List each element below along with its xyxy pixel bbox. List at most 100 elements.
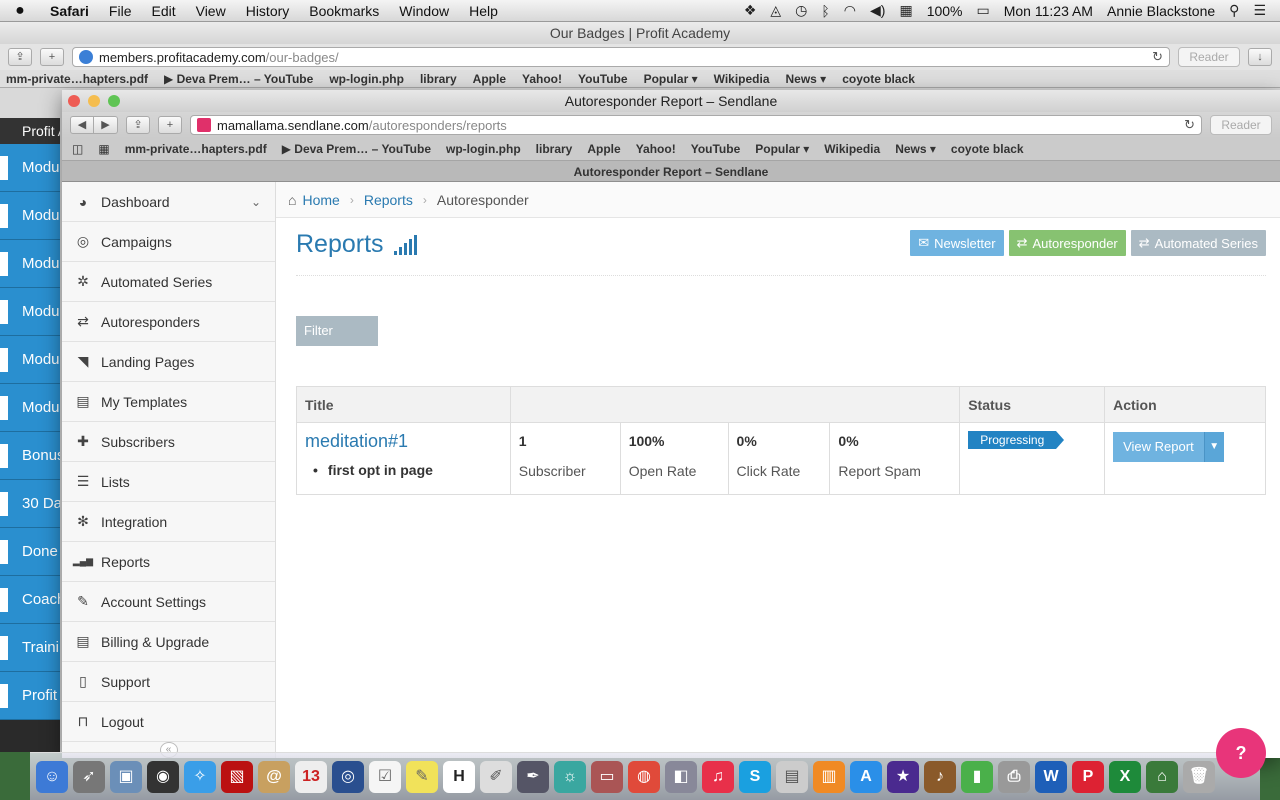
minimize-window-icon[interactable]	[88, 95, 100, 107]
dashboard-app-icon[interactable]: ◉	[147, 760, 179, 793]
sidebar-item-account-settings[interactable]: ✎ Account Settings	[62, 582, 275, 622]
numbers-icon[interactable]: ▮	[961, 760, 993, 793]
help-chat-button[interactable]: ?	[1216, 728, 1266, 778]
bluetooth-icon[interactable]: ᛒ	[821, 3, 829, 19]
bookmark-item[interactable]: coyote black	[842, 72, 915, 86]
notification-center-icon[interactable]: ☰	[1253, 2, 1266, 19]
sidebar-item-lists[interactable]: ☰ Lists	[62, 462, 275, 502]
bookmark-item[interactable]: Wikipedia	[714, 72, 770, 86]
user-name[interactable]: Annie Blackstone	[1107, 3, 1215, 19]
textedit-icon[interactable]: ✐	[480, 760, 512, 793]
bookmark-item[interactable]: Apple	[587, 142, 620, 156]
url-bar[interactable]: mamallama.sendlane.com/autoresponders/re…	[190, 115, 1202, 135]
reading-list-icon[interactable]: ◫	[72, 142, 83, 156]
garageband-icon[interactable]: ♪	[924, 760, 956, 793]
stickies-icon[interactable]: ✎	[406, 760, 438, 793]
bookmark-item[interactable]: coyote black	[951, 142, 1024, 156]
zoom-window-icon[interactable]	[108, 95, 120, 107]
breadcrumb-home-link[interactable]: Home	[302, 192, 339, 208]
bookmark-item[interactable]: ▶ Deva Prem… – YouTube	[282, 142, 431, 156]
back-url-bar[interactable]: members.profitacademy.com/our-badges/ ↻	[72, 47, 1170, 67]
bookmark-item[interactable]: Apple	[473, 72, 506, 86]
sidebar-item-my-templates[interactable]: ▤ My Templates	[62, 382, 275, 422]
sidebar-item-subscribers[interactable]: ✚ Subscribers	[62, 422, 275, 462]
flag-icon[interactable]: ▦	[899, 2, 912, 19]
itunes-icon[interactable]: ♫	[702, 760, 734, 793]
bookmark-item[interactable]: library	[536, 142, 573, 156]
time-machine-icon[interactable]: ◷	[795, 2, 807, 19]
bookmark-item[interactable]: News ▾	[786, 72, 827, 86]
sidebar-item-integration[interactable]: ✻ Integration	[62, 502, 275, 542]
bookmark-item[interactable]: YouTube	[578, 72, 628, 86]
reminders-icon[interactable]: ☑	[369, 760, 401, 793]
back-reload-icon[interactable]: ↻	[1152, 49, 1163, 65]
tab-bar[interactable]: Autoresponder Report – Sendlane	[62, 160, 1280, 182]
back-reader-button[interactable]: Reader	[1178, 47, 1240, 67]
bookmark-item[interactable]: wp-login.php	[329, 72, 404, 86]
forward-arrow-icon[interactable]: ▶	[94, 116, 118, 134]
back-sidebar-item[interactable]: 30 Day	[0, 480, 60, 528]
share-icon[interactable]: ⇪	[126, 116, 150, 134]
bookmark-item[interactable]: wp-login.php	[446, 142, 521, 156]
back-sidebar-item[interactable]: Modu	[0, 240, 60, 288]
back-sidebar-item[interactable]: Modu	[0, 288, 60, 336]
contacts-icon[interactable]: @	[258, 760, 290, 793]
back-sidebar-item[interactable]: Coach	[0, 576, 60, 624]
bookmark-item[interactable]: Popular ▾	[755, 142, 809, 156]
sidebar-item-billing-upgrade[interactable]: ▤ Billing & Upgrade	[62, 622, 275, 662]
launchpad-icon[interactable]: ➶	[73, 760, 105, 793]
back-sidebar-item[interactable]: Modu	[0, 192, 60, 240]
sharepoint-icon[interactable]: ⌂	[1146, 760, 1178, 793]
menu-file[interactable]: File	[99, 3, 142, 19]
vpn-icon[interactable]: ◬	[770, 2, 781, 19]
word-icon[interactable]: W	[1035, 760, 1067, 793]
appstore-icon[interactable]: A	[850, 760, 882, 793]
bookmark-item[interactable]: YouTube	[691, 142, 741, 156]
bookmark-item[interactable]: Yahoo!	[522, 72, 562, 86]
breadcrumb-reports-link[interactable]: Reports	[364, 192, 413, 208]
dropbox-icon[interactable]: ❖	[744, 2, 757, 19]
sidebar-item-dashboard[interactable]: ◕ Dashboard ⌄	[62, 182, 275, 222]
bookmark-item[interactable]: library	[420, 72, 457, 86]
printer-icon[interactable]: ⎙	[998, 760, 1030, 793]
back-sidebar-item[interactable]: Bonus	[0, 432, 60, 480]
sidebar-item-support[interactable]: ▯ Support	[62, 662, 275, 702]
bookmark-item[interactable]: mm-private…hapters.pdf	[6, 72, 148, 86]
sidebar-item-automated-series[interactable]: ✲ Automated Series	[62, 262, 275, 302]
spotlight-search-icon[interactable]: ⚲	[1229, 2, 1239, 19]
menu-view[interactable]: View	[186, 3, 236, 19]
sidebar-item-reports[interactable]: ▂▄▆ Reports	[62, 542, 275, 582]
reader-button[interactable]: Reader	[1210, 115, 1272, 135]
excel-icon[interactable]: X	[1109, 760, 1141, 793]
calendar-icon[interactable]: 13	[295, 760, 327, 793]
caret-down-icon[interactable]: ▼	[1203, 432, 1224, 462]
back-arrow-icon[interactable]: ◀	[70, 116, 94, 134]
reload-icon[interactable]: ↻	[1184, 117, 1195, 133]
iphoto-icon[interactable]: ☼	[554, 760, 586, 793]
ibooks-icon[interactable]: ▥	[813, 760, 845, 793]
battery-icon[interactable]: ▭	[977, 2, 990, 19]
chevron-down-icon[interactable]: ⌄	[251, 195, 261, 209]
back-sidebar-item[interactable]: Modu	[0, 336, 60, 384]
back-sidebar-item[interactable]: Profit	[0, 672, 60, 720]
sidebar-item-logout[interactable]: ⊓ Logout	[62, 702, 275, 742]
preview-icon[interactable]: ▣	[110, 760, 142, 793]
autoresponder-name-link[interactable]: meditation#1	[305, 431, 502, 452]
bookmark-item[interactable]: ▶ Deva Prem… – YouTube	[164, 72, 313, 86]
automated-series-button[interactable]: ⇄ Automated Series	[1130, 230, 1266, 256]
menu-history[interactable]: History	[236, 3, 300, 19]
close-window-icon[interactable]	[68, 95, 80, 107]
volume-icon[interactable]: ◀)	[870, 2, 885, 19]
bookmark-item[interactable]: Wikipedia	[824, 142, 880, 156]
menu-bookmarks[interactable]: Bookmarks	[299, 3, 389, 19]
back-downloads-icon[interactable]: ↓	[1248, 48, 1272, 66]
menu-safari[interactable]: Safari	[40, 3, 99, 19]
menu-help[interactable]: Help	[459, 3, 508, 19]
back-sidebar-item[interactable]: Trainin	[0, 624, 60, 672]
back-sidebar-item[interactable]: Modu	[0, 384, 60, 432]
back-share-icon[interactable]: ⇪	[8, 48, 32, 66]
hemingway-icon[interactable]: H	[443, 760, 475, 793]
clock[interactable]: Mon 11:23 AM	[1004, 3, 1093, 19]
autoresponder-button[interactable]: ⇄ Autoresponder	[1008, 230, 1126, 256]
bookmark-item[interactable]: News ▾	[895, 142, 936, 156]
